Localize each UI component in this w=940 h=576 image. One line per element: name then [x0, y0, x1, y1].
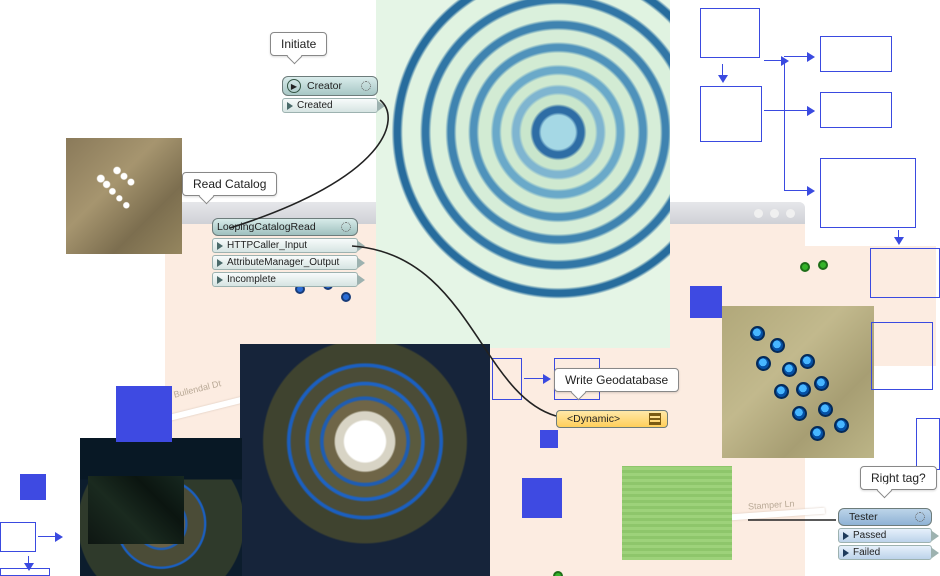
satellite-thumb-1: [66, 138, 182, 254]
looping-port-incomplete[interactable]: Incomplete: [227, 274, 276, 285]
satellite-thumb-2: [722, 306, 874, 458]
blue-square: [690, 286, 722, 318]
creator-port-created[interactable]: Created: [297, 100, 333, 111]
dynamic-writer[interactable]: <Dynamic>: [556, 410, 668, 428]
creator-title: Creator: [307, 80, 342, 92]
looping-catalog-read-transformer[interactable]: LoopingCatalogRead HTTPCaller_Input Attr…: [212, 218, 358, 287]
gear-icon[interactable]: [341, 222, 351, 232]
flow-box: [916, 418, 940, 470]
callout-right-tag: Right tag?: [860, 466, 937, 490]
blue-square: [20, 474, 46, 500]
blue-square: [540, 430, 558, 448]
table-icon: [649, 413, 661, 425]
blue-square: [116, 386, 172, 442]
flow-box: [492, 358, 522, 400]
topo-contour-image: [376, 0, 670, 348]
flow-box: [820, 158, 916, 228]
callout-write-geodatabase: Write Geodatabase: [554, 368, 679, 392]
looping-title: LoopingCatalogRead: [217, 221, 316, 233]
flow-box: [700, 8, 760, 58]
flow-box: [871, 322, 933, 390]
volcano-image: [240, 344, 490, 576]
callout-initiate: Initiate: [270, 32, 327, 56]
start-icon: ▶: [287, 79, 301, 93]
looping-port-http[interactable]: HTTPCaller_Input: [227, 240, 307, 251]
creator-transformer[interactable]: ▶ Creator Created: [282, 76, 378, 113]
green-map-thumb: [622, 466, 732, 560]
tester-port-passed[interactable]: Passed: [853, 530, 886, 541]
flow-box: [820, 92, 892, 128]
flow-box: [0, 522, 36, 552]
tester-title: Tester: [849, 511, 878, 523]
flow-box: [870, 248, 940, 298]
blue-square: [522, 478, 562, 518]
tester-transformer[interactable]: Tester Passed Failed: [838, 508, 932, 560]
gear-icon[interactable]: [361, 81, 371, 91]
canvas: Bullendal Dt Stamper Ln: [0, 0, 940, 576]
tester-port-failed[interactable]: Failed: [853, 547, 880, 558]
road-label: Bullendal Dt: [173, 378, 223, 399]
urban-night-thumb: [88, 476, 184, 544]
flow-box: [820, 36, 892, 72]
callout-read-catalog: Read Catalog: [182, 172, 277, 196]
flow-box: [700, 86, 762, 142]
gear-icon[interactable]: [915, 512, 925, 522]
looping-port-attr[interactable]: AttributeManager_Output: [227, 257, 339, 268]
dynamic-title: <Dynamic>: [567, 413, 620, 425]
